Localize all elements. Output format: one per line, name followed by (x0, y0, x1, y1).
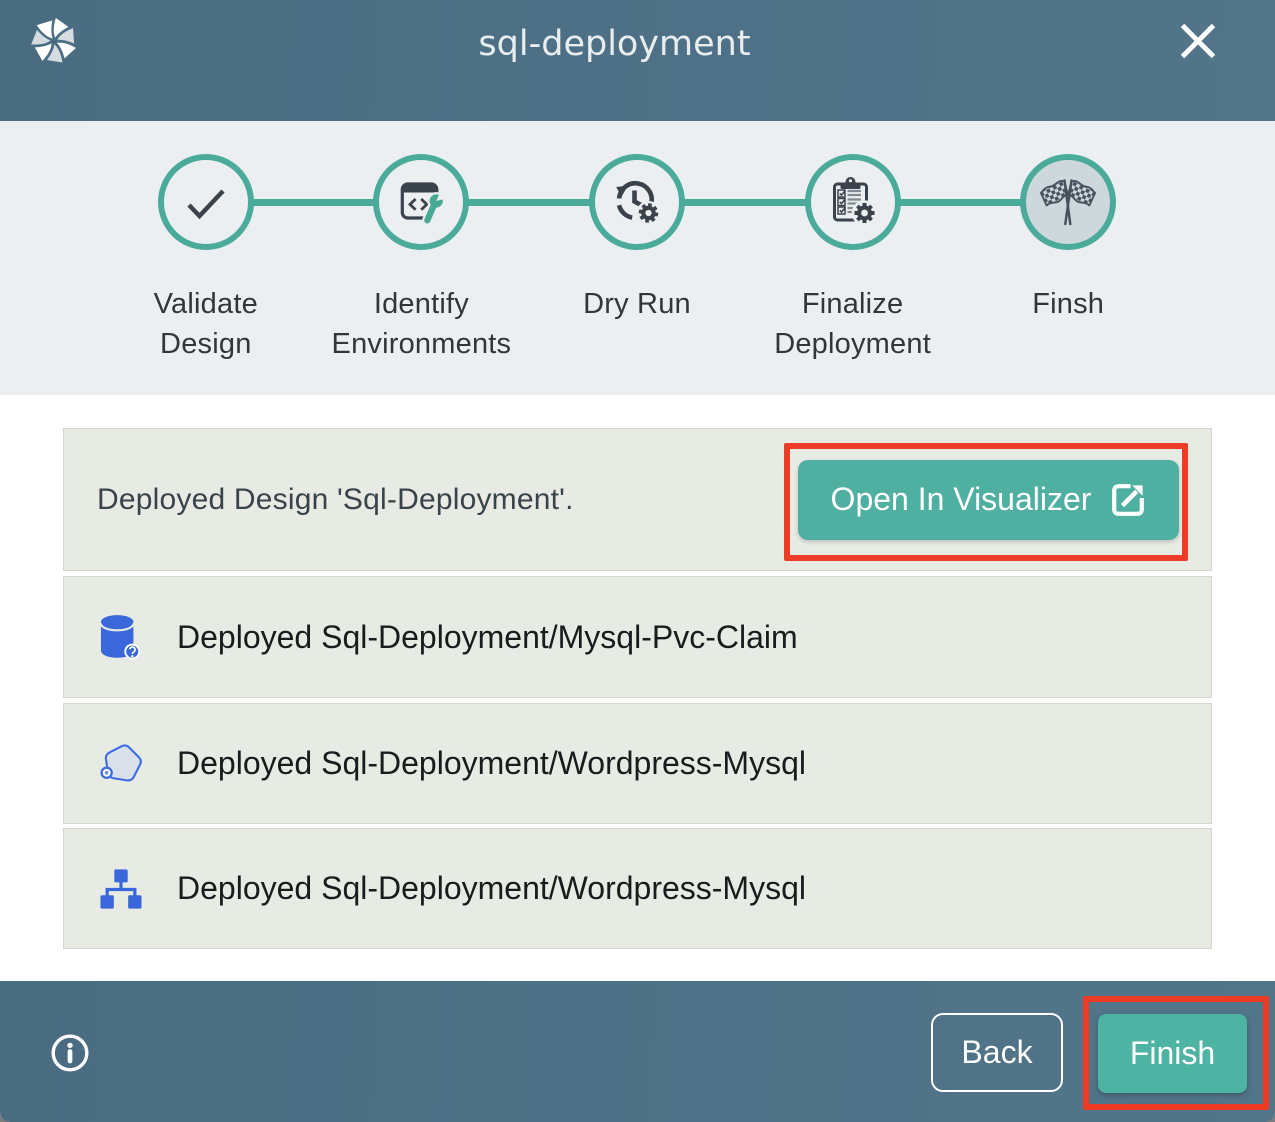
deployment-stepper: ValidateDesign Identi (0, 121, 1275, 395)
step-label-line1: Validate (154, 288, 258, 320)
result-row-mysql-pvc-claim: Deployed Sql-Deployment/Mysql-Pvc-Claim (63, 576, 1212, 698)
check-icon (180, 176, 232, 228)
step-label-line2: Design (160, 328, 251, 360)
step-circle-validate[interactable] (158, 154, 254, 250)
step-circle-finish[interactable] (1020, 154, 1116, 250)
step-label-line1: Dry Run (583, 288, 691, 320)
history-gear-icon (611, 176, 663, 228)
deployment-wizard-dialog: sql-deployment Validate Design (0, 0, 1275, 1122)
step-finalize-deployment: Finalize Deployment (745, 121, 961, 364)
result-icon-cell (100, 868, 142, 910)
code-window-wrench-icon (395, 176, 447, 228)
result-text: Deployed Sql-Deployment/Wordpress-Mysql (177, 870, 806, 907)
finish-button[interactable]: Finish (1098, 1014, 1247, 1093)
result-icon-cell (100, 612, 142, 662)
result-row-wordpress-mysql-2: Deployed Sql-Deployment/Wordpress-Mysql (63, 828, 1212, 949)
clipboard-gear-icon (825, 174, 881, 230)
step-label: Dry Run (583, 284, 691, 324)
deployment-results: Deployed Design 'Sql-Deployment'. Open I… (63, 428, 1212, 949)
step-label: Finsh (1032, 284, 1104, 324)
dialog-header: sql-deployment (0, 0, 1275, 121)
close-icon[interactable] (1178, 21, 1218, 61)
result-row-wordpress-mysql-1: Deployed Sql-Deployment/Wordpress-Mysql (63, 703, 1212, 824)
info-icon[interactable] (50, 1033, 90, 1073)
stepper-steps: ValidateDesign Identi (98, 121, 1176, 364)
result-text: Deployed Sql-Deployment/Wordpress-Mysql (177, 745, 806, 782)
pentagon-icon (100, 741, 142, 787)
step-label-line2: Environments (332, 328, 512, 360)
step-label: Validate Design (154, 284, 258, 364)
checkered-flags-icon (1034, 177, 1102, 227)
design-summary-row: Deployed Design 'Sql-Deployment'. Open I… (63, 428, 1212, 571)
step-dry-run: Dry Run (529, 121, 745, 364)
step-circle-identify[interactable] (373, 154, 469, 250)
external-link-icon (1110, 482, 1146, 518)
open-in-visualizer-button[interactable]: Open In Visualizer (798, 460, 1179, 540)
dialog-title: sql-deployment (0, 0, 1229, 88)
back-button[interactable]: Back (931, 1013, 1063, 1092)
hierarchy-icon (100, 868, 142, 910)
step-label-line1: Identify (374, 288, 469, 320)
step-label: Finalize Deployment (774, 284, 931, 364)
design-summary-text: Deployed Design 'Sql-Deployment'. (97, 483, 574, 517)
step-identify-environments: Identify Environments (314, 121, 530, 364)
step-validate-design: Validate Design (98, 121, 314, 364)
step-label: Identify Environments (332, 284, 512, 364)
step-label-line1: Finalize (802, 288, 904, 320)
step-circle-dry-run[interactable] (589, 154, 685, 250)
result-icon-cell (100, 741, 142, 787)
step-label-line2: Deployment (774, 328, 931, 360)
step-label-line1: Finsh (1032, 288, 1104, 320)
step-circle-finalize[interactable] (805, 154, 901, 250)
database-icon (100, 612, 142, 662)
step-finish: Finsh (960, 121, 1176, 364)
result-text: Deployed Sql-Deployment/Mysql-Pvc-Claim (177, 619, 798, 656)
open-in-visualizer-label: Open In Visualizer (831, 481, 1092, 518)
dialog-footer: Back Finish (0, 981, 1275, 1122)
